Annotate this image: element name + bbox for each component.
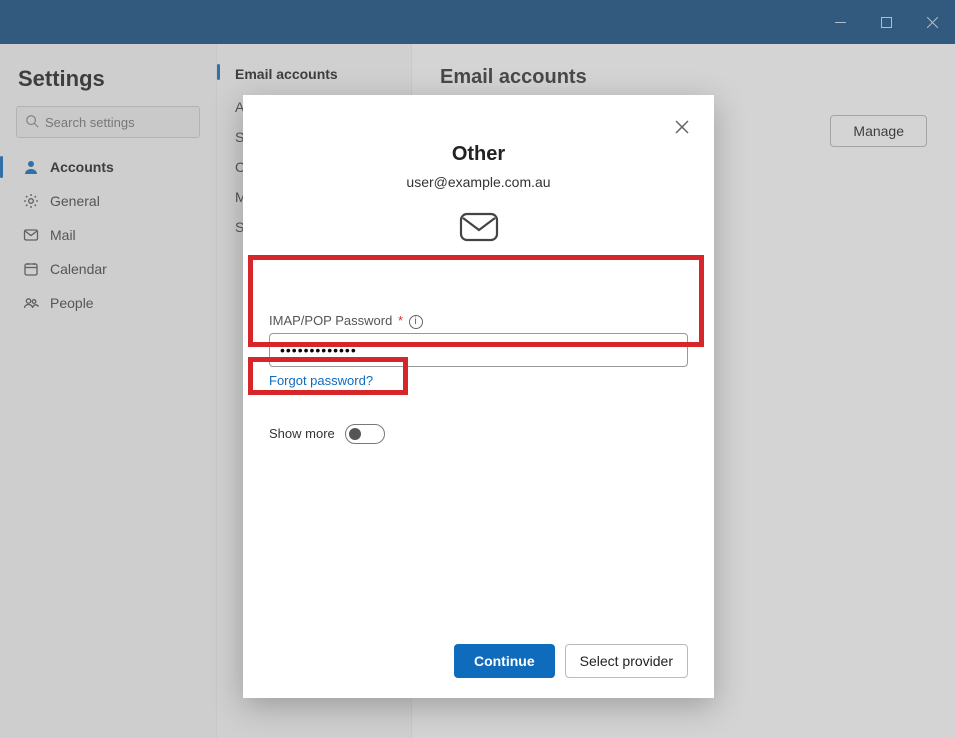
- password-field-group: IMAP/POP Password * i Forgot password?: [269, 313, 688, 390]
- info-icon[interactable]: i: [409, 315, 423, 329]
- select-provider-button[interactable]: Select provider: [565, 644, 688, 678]
- dialog-footer: Continue Select provider: [269, 644, 688, 678]
- show-more-toggle[interactable]: [345, 424, 385, 444]
- forgot-password-link[interactable]: Forgot password?: [269, 373, 373, 388]
- dialog-email: user@example.com.au: [269, 174, 688, 190]
- dialog-title: Other: [269, 143, 688, 166]
- envelope-icon: [269, 212, 688, 247]
- password-input[interactable]: [269, 333, 688, 367]
- toggle-knob: [349, 428, 361, 440]
- required-indicator: *: [398, 313, 403, 328]
- show-more-row: Show more: [269, 424, 688, 444]
- show-more-label: Show more: [269, 426, 335, 441]
- password-label: IMAP/POP Password * i: [269, 313, 688, 329]
- add-account-dialog: Other user@example.com.au IMAP/POP Passw…: [243, 95, 714, 698]
- continue-button[interactable]: Continue: [454, 644, 555, 678]
- dialog-close-button[interactable]: [666, 111, 698, 143]
